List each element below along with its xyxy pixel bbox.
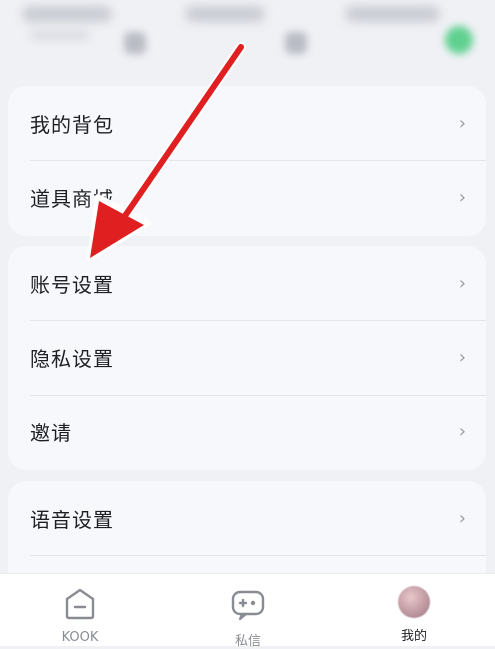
gamepad-chat-icon [231, 590, 265, 621]
tab-kook[interactable]: KOOK [30, 586, 130, 645]
bottom-tab-bar: KOOK 私信 我的 [0, 573, 495, 649]
chevron-right-icon: › [458, 507, 466, 529]
menu-item-invite[interactable]: 邀请 › [8, 394, 486, 468]
menu-item-label: 账号设置 [30, 272, 114, 297]
chevron-right-icon: › [458, 346, 466, 368]
menu-item-label: 我的背包 [30, 112, 114, 137]
divider [30, 555, 486, 556]
tab-me[interactable]: 我的 [364, 586, 464, 644]
menu-item-account-settings[interactable]: 账号设置 › [8, 246, 486, 320]
menu-card-settings: 账号设置 › 隐私设置 › 邀请 › [8, 246, 486, 470]
tab-messages[interactable]: 私信 [198, 586, 298, 649]
menu-item-label: 隐私设置 [30, 346, 114, 371]
avatar [398, 586, 430, 618]
tab-label: 私信 [234, 634, 261, 649]
home-icon [65, 588, 95, 620]
menu-item-label: 语音设置 [30, 507, 114, 532]
tab-label: 我的 [400, 629, 427, 644]
menu-item-item-store[interactable]: 道具商城 › [8, 160, 486, 234]
chevron-right-icon: › [458, 420, 466, 442]
chevron-right-icon: › [458, 112, 466, 134]
menu-item-label: 邀请 [30, 420, 72, 445]
menu-card-store: 我的背包 › 道具商城 › [8, 86, 486, 236]
menu-item-privacy-settings[interactable]: 隐私设置 › [8, 320, 486, 394]
blurred-stats-strip [0, 0, 495, 78]
tab-label: KOOK [61, 630, 99, 645]
menu-item-label: 道具商城 [30, 186, 114, 211]
menu-item-backpack[interactable]: 我的背包 › [8, 86, 486, 160]
chevron-right-icon: › [458, 186, 466, 208]
menu-item-voice-settings[interactable]: 语音设置 › [8, 481, 486, 555]
chevron-right-icon: › [458, 272, 466, 294]
